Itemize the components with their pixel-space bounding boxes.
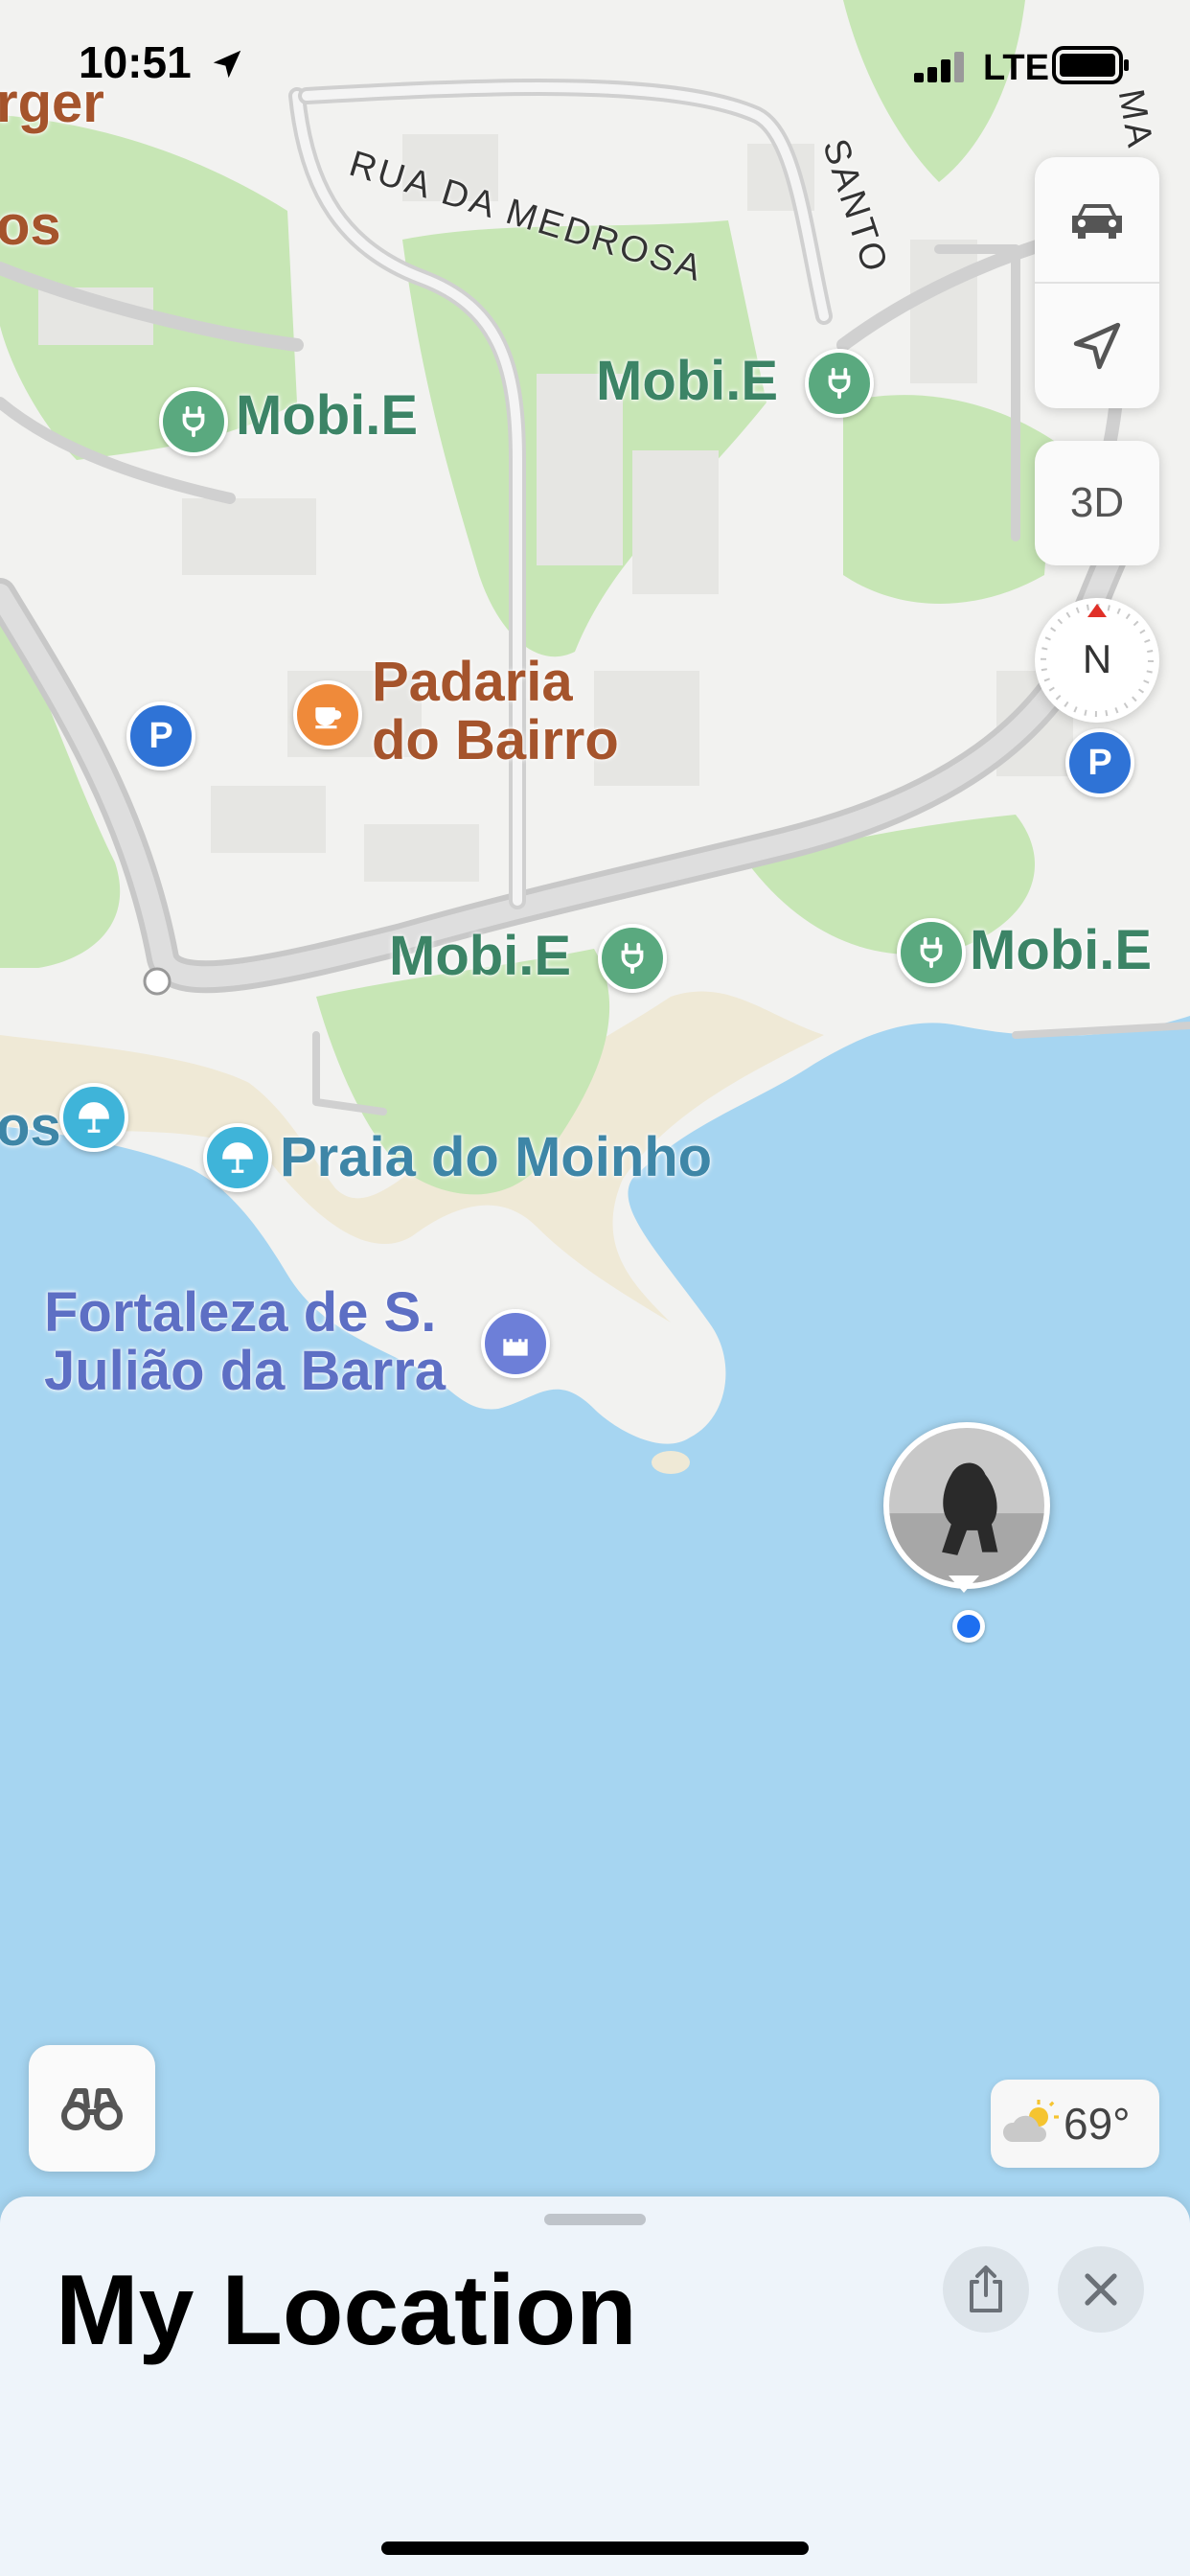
close-icon: [1085, 2273, 1117, 2306]
close-button[interactable]: [1058, 2246, 1144, 2333]
compass-button[interactable]: N: [1035, 598, 1159, 723]
clock-text: 10:51: [79, 37, 192, 87]
cellular-signal-icon: [914, 52, 964, 82]
user-location-marker[interactable]: [883, 1422, 1050, 1643]
look-around-button[interactable]: [29, 2045, 155, 2172]
battery-icon: [1052, 46, 1129, 84]
marker-pointer: [949, 1576, 979, 1593]
park-area: [843, 395, 1054, 604]
location-services-icon: [213, 50, 241, 79]
binoculars-icon: [61, 2088, 123, 2130]
charger-icon[interactable]: [159, 387, 228, 456]
poi-label-mobie[interactable]: Mobi.E: [970, 921, 1152, 980]
poi-label-line: do Bairro: [372, 708, 619, 771]
map-mode-button[interactable]: [1035, 157, 1159, 284]
partial-poi-label: os: [0, 1095, 61, 1158]
poi-label-line: Fortaleza de S.: [44, 1281, 437, 1344]
poi-label-padaria[interactable]: Padaria do Bairro: [372, 651, 619, 771]
bottom-sheet[interactable]: My Location: [0, 2196, 1190, 2576]
charger-icon[interactable]: [598, 924, 667, 993]
beach-umbrella-icon[interactable]: [59, 1083, 128, 1152]
status-bar: 10:51 LTE: [0, 0, 1190, 125]
islet: [652, 1451, 690, 1474]
sheet-title: My Location: [56, 2255, 637, 2366]
home-indicator: [381, 2542, 809, 2555]
view-3d-button[interactable]: 3D: [1035, 441, 1159, 565]
sheet-grabber[interactable]: [544, 2214, 646, 2225]
poi-label-mobie[interactable]: Mobi.E: [236, 386, 418, 446]
charger-icon[interactable]: [897, 918, 966, 987]
compass-north-label: N: [1082, 636, 1112, 681]
poi-label-praia[interactable]: Praia do Moinho: [280, 1128, 712, 1187]
share-button[interactable]: [943, 2246, 1029, 2333]
temperature-label: 69°: [1064, 2099, 1131, 2149]
share-icon: [970, 2266, 1002, 2312]
car-icon: [1072, 204, 1122, 239]
view-3d-label: 3D: [1069, 479, 1125, 526]
poi-label-mobie[interactable]: Mobi.E: [596, 352, 778, 411]
cafe-icon[interactable]: [293, 680, 362, 749]
map-controls-group: [1035, 157, 1159, 408]
poi-label-mobie[interactable]: Mobi.E: [389, 927, 571, 986]
status-time: 10:51: [79, 36, 192, 88]
poi-label-fortaleza[interactable]: Fortaleza de S. Julião da Barra: [44, 1281, 446, 1402]
avatar: [883, 1422, 1050, 1589]
charger-icon[interactable]: [805, 349, 874, 418]
track-location-button[interactable]: [1035, 284, 1159, 408]
parking-icon[interactable]: P: [126, 702, 195, 770]
roundabout-marker: [143, 967, 172, 996]
parking-icon[interactable]: P: [1065, 728, 1134, 797]
weather-badge: 69°: [991, 2080, 1159, 2168]
poi-label-line: Julião da Barra: [44, 1339, 446, 1402]
network-type-label: LTE: [983, 48, 1049, 88]
location-arrow-icon: [1073, 322, 1121, 370]
location-dot: [952, 1610, 985, 1643]
poi-label-line: Padaria: [372, 651, 573, 713]
landmark-castle-icon[interactable]: [481, 1309, 550, 1378]
beach-umbrella-icon[interactable]: [203, 1123, 272, 1192]
partly-cloudy-icon: [1002, 2100, 1059, 2142]
partial-poi-label: os: [0, 195, 61, 257]
